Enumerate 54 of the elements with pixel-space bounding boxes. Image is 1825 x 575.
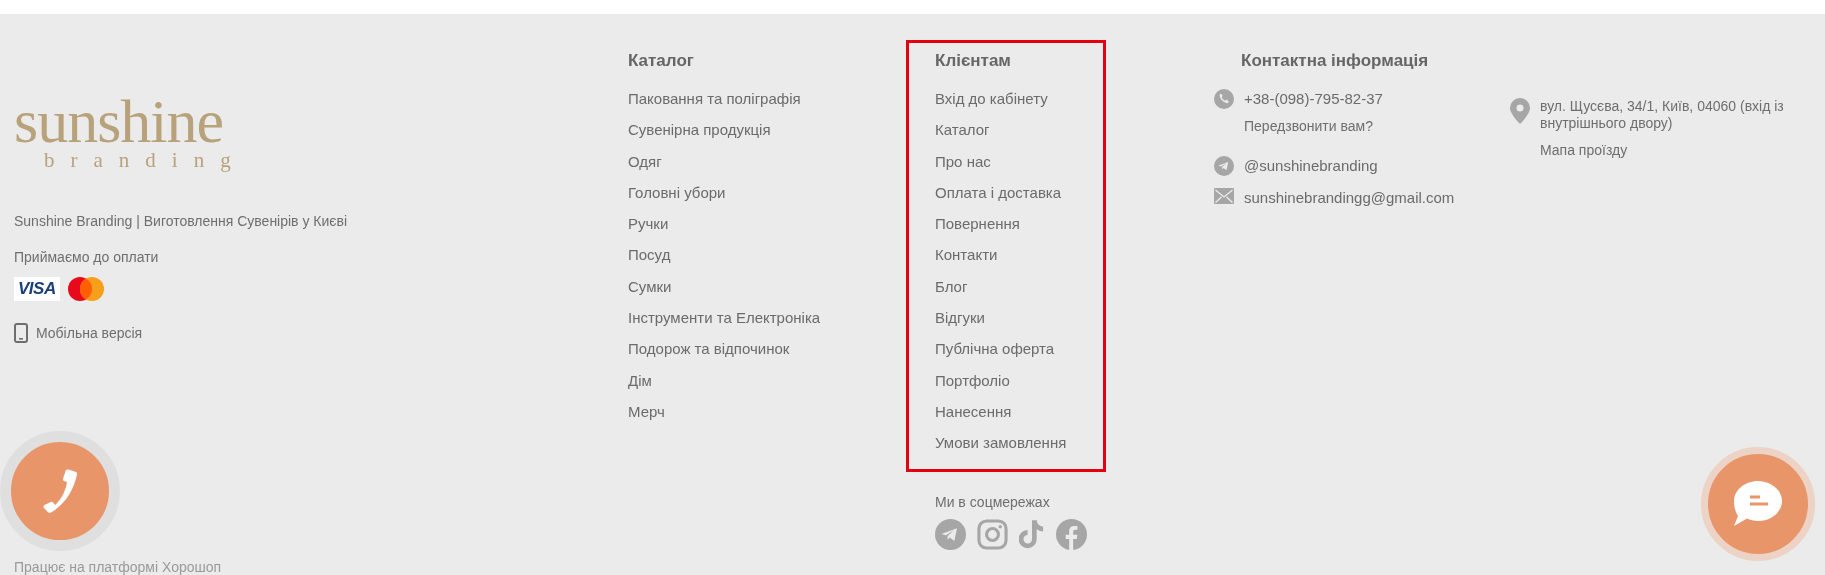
payment-label: Приймаємо до оплати [14,249,160,265]
footer-link[interactable]: Блог [935,270,968,303]
footer-link[interactable]: Сумки [628,270,672,303]
phone-icon [1214,89,1234,109]
callback-link[interactable]: Передзвонити вам? [1244,118,1373,134]
tiktok-icon [1019,518,1045,550]
footer-link[interactable]: Оплата і доставка [935,176,1062,209]
location-pin-icon [1510,98,1530,124]
footer-link[interactable]: Ручки [628,208,669,240]
footer-link[interactable]: Нанесення [935,395,1012,428]
column-heading: Клієнтам [935,51,1012,71]
footer-link[interactable]: Одяг [628,145,662,177]
footer-link[interactable]: Вхід до кабінету [935,83,1048,115]
social-label: Ми в соцмережах [935,493,1051,510]
map-link[interactable]: Мапа проїзду [1540,142,1628,158]
footer-link[interactable]: Паковання та поліграфія [628,83,801,115]
footer-link[interactable]: Дім [628,364,652,396]
contact-value[interactable]: sunshinebrandingg@gmail.com [1244,188,1455,207]
footer-link[interactable]: Головні убори [628,176,726,209]
phone-icon [40,467,80,515]
column-heading: Каталог [628,51,695,71]
footer-link[interactable]: Подорож та відпочинок [628,333,790,365]
telegram-icon [935,518,966,550]
footer-link[interactable]: Мерч [628,395,665,428]
social-link[interactable] [935,518,966,550]
mobile-version-link[interactable]: Мобільна версія [14,323,143,343]
platform-note: Працює на платформі Хорошоп [14,559,222,575]
facebook-icon [1056,518,1087,550]
footer-link[interactable]: Посуд [628,239,671,271]
telegram-icon [1214,156,1234,176]
social-link[interactable] [1019,518,1045,550]
chat-icon [1732,479,1784,529]
footer-link[interactable]: Відгуки [935,302,985,334]
social-link[interactable] [1056,518,1087,550]
contact-value[interactable]: @sunshinebranding [1244,156,1378,175]
contact-value[interactable]: +38-(098)-795-82-37 [1244,89,1383,108]
footer-link[interactable]: Публічна оферта [935,333,1055,365]
smartphone-icon [14,323,28,343]
footer-link[interactable]: Умови замовлення [935,427,1067,459]
tagline: Sunshine Branding | Виготовлення Сувенірів у Києві [14,213,348,229]
mail-icon [1214,188,1234,204]
footer-link[interactable]: Повернення [935,208,1020,240]
visa-logo: VISA [14,277,60,301]
footer-link[interactable]: Про нас [935,145,991,177]
address-text: вул. Щусєва, 34/1, Київ, 04060 (вхід із внутрішнього двору) [1540,98,1785,132]
mastercard-logo [67,277,104,301]
footer-link[interactable]: Контакти [935,239,998,271]
footer-link[interactable]: Сувенірна продукція [628,114,771,146]
footer-link[interactable]: Інструменти та Електроніка [628,302,821,334]
social-link[interactable] [977,518,1008,550]
instagram-icon [977,518,1008,550]
footer-link[interactable]: Портфоліо [935,364,1010,396]
footer-link[interactable]: Каталог [935,114,990,146]
column-heading: Контактна інформація [1241,51,1430,71]
